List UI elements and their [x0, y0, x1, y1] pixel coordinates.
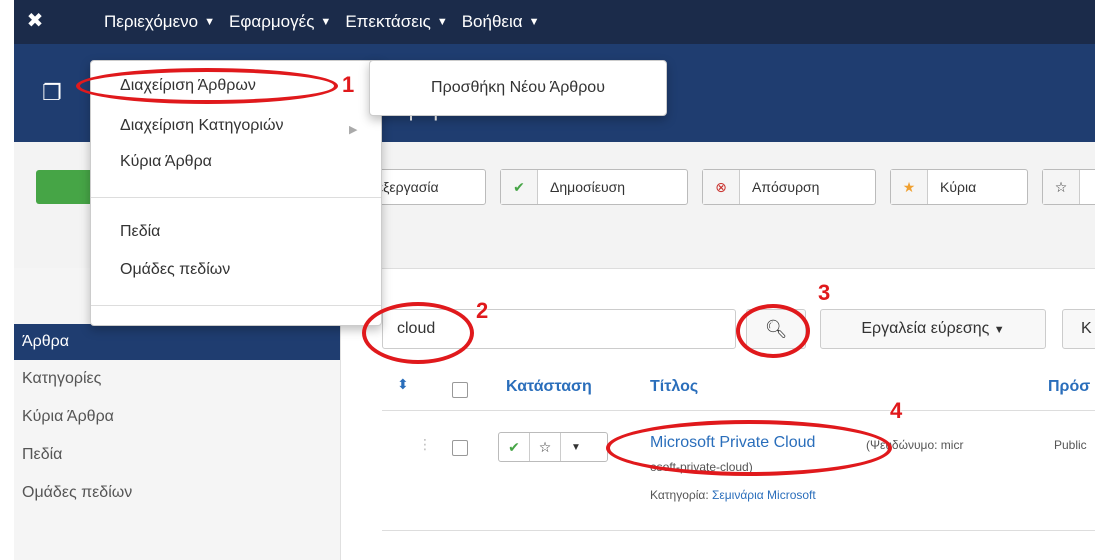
clear-button[interactable]: Κ: [1062, 309, 1095, 349]
category-link[interactable]: Σεμινάρια Microsoft: [712, 488, 816, 502]
top-menu: Περιεχόμενο ▼ Εφαρμογές ▼ Επεκτάσεις ▼ Βοήθ…: [102, 0, 551, 44]
select-all-checkbox[interactable]: [452, 382, 468, 398]
unpublish-button[interactable]: ⊗ Απόσυρση: [702, 169, 876, 205]
sidebar-item-articles[interactable]: Άρθρα: [14, 324, 340, 360]
copy-icon: ❐: [42, 80, 62, 105]
menu-item-category-manager[interactable]: Διαχείριση Κατηγοριών: [120, 117, 283, 135]
sidebar-item-categories[interactable]: Κατηγορίες: [22, 370, 101, 388]
caret-down-icon[interactable]: ▼: [561, 433, 591, 461]
annotation-number-2: 2: [476, 298, 489, 323]
star-icon: ★: [891, 170, 928, 204]
status-button-group: ✔ ☆ ▼: [498, 432, 608, 462]
sidebar-item-fields[interactable]: Πεδία: [22, 446, 62, 464]
unpublish-icon: ⊗: [703, 170, 740, 204]
annotation-number-3: 3: [818, 280, 831, 305]
divider: [382, 530, 1095, 531]
divider: [382, 410, 1095, 411]
featured-button[interactable]: ★ Κύρια: [890, 169, 1028, 205]
caret-down-icon: ▼: [993, 324, 1005, 336]
annotation-ellipse-2: [362, 302, 474, 364]
annotation-ellipse-4: [606, 420, 892, 476]
annotation-number-1: 1: [342, 72, 355, 97]
row-checkbox[interactable]: [452, 440, 468, 456]
star-outline-icon[interactable]: ☆: [530, 433, 561, 461]
published-check-icon[interactable]: ✔: [499, 433, 530, 461]
joomla-admin-window: ✖ Περιεχόμενο ▼ Εφαρμογές ▼ Επεκτάσεις ▼ Βο…: [14, 0, 1095, 560]
menu-extensions[interactable]: Επεκτάσεις ▼: [343, 0, 459, 44]
caret-down-icon: ▼: [528, 16, 540, 28]
star-outline-icon: ☆: [1043, 170, 1080, 204]
menu-divider: [91, 305, 381, 306]
column-status[interactable]: Κατάσταση: [506, 378, 592, 396]
chevron-right-icon: ▶: [349, 124, 358, 136]
check-icon: ✔: [501, 170, 538, 204]
column-access[interactable]: Πρόσ: [1048, 378, 1090, 396]
unfeatured-button[interactable]: ☆: [1042, 169, 1095, 205]
menu-item-fields[interactable]: Πεδία: [120, 223, 160, 241]
add-new-article-submenu[interactable]: Προσθήκη Νέου Άρθρου: [369, 60, 667, 116]
menu-components[interactable]: Εφαρμογές ▼: [227, 0, 343, 44]
menu-divider: [91, 197, 381, 198]
joomla-logo-icon[interactable]: ✖: [24, 10, 46, 32]
article-category: Κατηγορία: Σεμινάρια Microsoft: [650, 488, 816, 502]
menu-item-featured-articles[interactable]: Κύρια Άρθρα: [120, 153, 212, 171]
article-access: Public: [1054, 438, 1087, 452]
caret-down-icon: ▼: [320, 16, 332, 28]
annotation-ellipse-1: [76, 68, 338, 104]
menu-help[interactable]: Βοήθεια ▼: [460, 0, 552, 44]
sort-icon[interactable]: ⬍: [397, 376, 409, 393]
top-navbar: ✖ Περιεχόμενο ▼ Εφαρμογές ▼ Επεκτάσεις ▼ Βο…: [14, 0, 1095, 44]
publish-button[interactable]: ✔ Δημοσίευση: [500, 169, 688, 205]
sidebar-item-field-groups[interactable]: Ομάδες πεδίων: [22, 484, 132, 502]
annotation-number-4: 4: [890, 398, 903, 423]
menu-content[interactable]: Περιεχόμενο ▼: [102, 0, 227, 44]
caret-down-icon: ▼: [436, 16, 448, 28]
column-title[interactable]: Τίτλος: [650, 378, 698, 396]
annotation-ellipse-3: [736, 304, 810, 358]
sidebar-item-featured[interactable]: Κύρια Άρθρα: [22, 408, 114, 426]
caret-down-icon: ▼: [204, 16, 216, 28]
menu-item-field-groups[interactable]: Ομάδες πεδίων: [120, 261, 230, 279]
drag-handle-icon[interactable]: ⋮: [418, 436, 432, 453]
search-tools-button[interactable]: Εργαλεία εύρεσης ▼: [820, 309, 1046, 349]
